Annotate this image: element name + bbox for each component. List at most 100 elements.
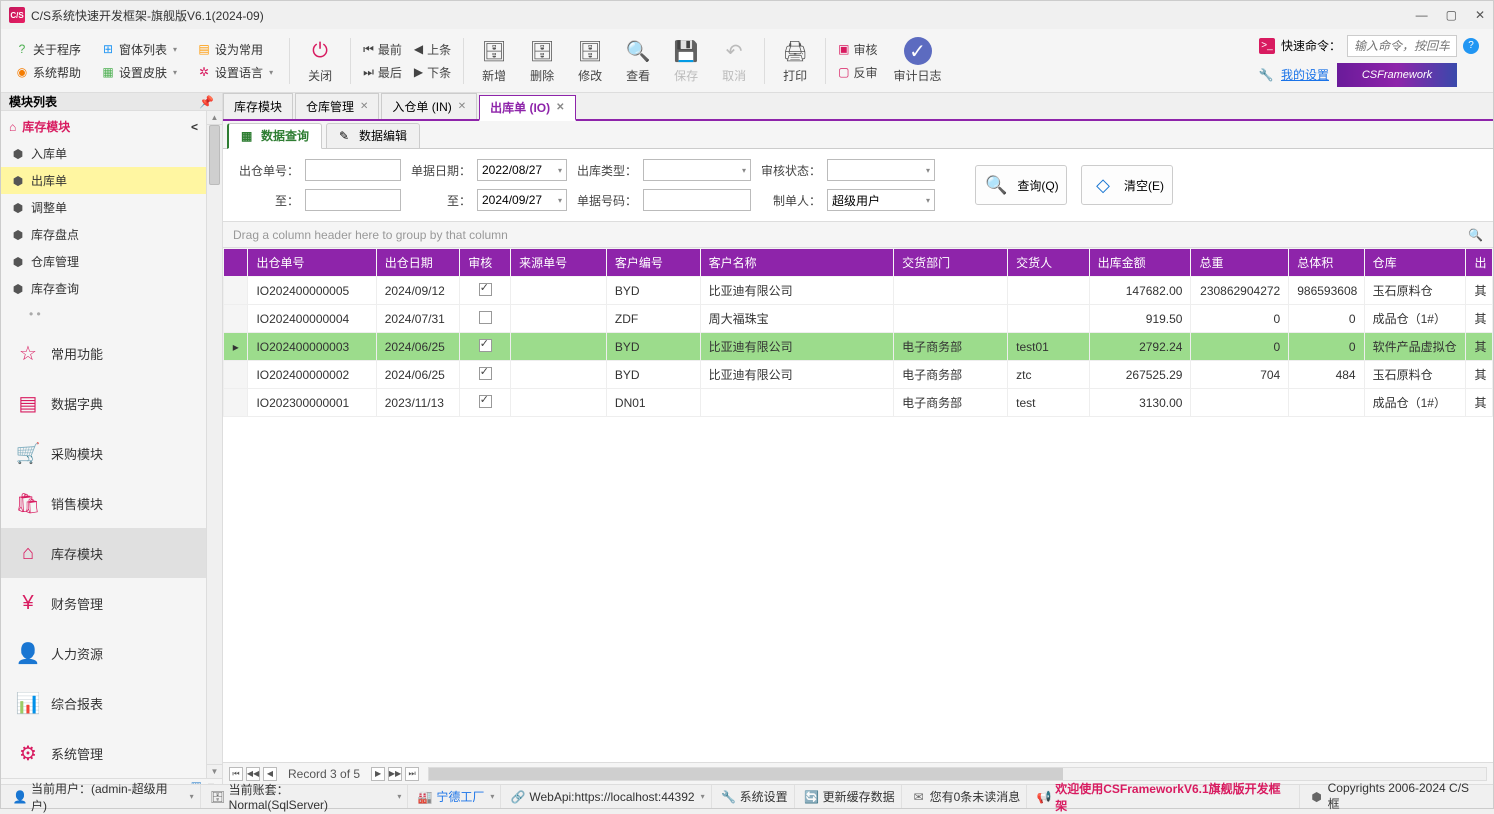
add-button[interactable]: 🗄新增 — [470, 33, 518, 88]
checkbox-icon[interactable] — [479, 367, 492, 380]
sidebar-item[interactable]: ⬢调整单 — [1, 194, 206, 221]
sidebar-item[interactable]: ⬢库存盘点 — [1, 221, 206, 248]
sidebar-scrollbar[interactable]: ▲ ▼ — [206, 111, 222, 778]
data-grid[interactable]: 出仓单号 出仓日期 审核 来源单号 客户编号 客户名称 交货部门 交货人 出库金… — [223, 248, 1493, 417]
table-row[interactable]: IO202400000002 2024/06/25 BYD 比亚迪有限公司 电子… — [224, 361, 1493, 389]
checkbox-icon[interactable] — [479, 395, 492, 408]
col-src-no[interactable]: 来源单号 — [511, 249, 607, 277]
edit-button[interactable]: 🗄修改 — [566, 33, 614, 88]
nav-prev-page-icon[interactable]: ◀◀ — [246, 767, 260, 781]
col-cust-name[interactable]: 客户名称 — [700, 249, 894, 277]
status-sys-settings[interactable]: 🔧系统设置 — [716, 785, 795, 808]
sidebar-item[interactable]: ⬢库存查询 — [1, 275, 206, 302]
sidebar-root-category[interactable]: ⌂ 库存模块 < — [1, 113, 206, 140]
sys-help-link[interactable]: ◉系统帮助 — [9, 62, 87, 83]
status-webapi[interactable]: 🔗WebApi:https://localhost:44392▾ — [505, 785, 711, 808]
group-by-panel[interactable]: Drag a column header here to group by th… — [223, 222, 1493, 248]
view-button[interactable]: 🔍查看 — [614, 33, 662, 88]
sidebar-item[interactable]: ⬢出库单 — [1, 167, 206, 194]
scroll-down-icon[interactable]: ▼ — [207, 764, 222, 778]
out-no-to-input[interactable] — [305, 189, 401, 211]
search-button[interactable]: 🔍查询(Q) — [975, 165, 1067, 205]
clear-button[interactable]: ◇清空(E) — [1081, 165, 1173, 205]
sidebar-item-more[interactable]: • • — [1, 302, 206, 326]
big-module-item[interactable]: 🛒采购模块 — [1, 428, 206, 478]
status-refresh[interactable]: 🔄更新缓存数据 — [799, 785, 902, 808]
pin-icon[interactable]: 📌 — [199, 95, 214, 109]
nav-first-icon[interactable]: ⏮ — [229, 767, 243, 781]
status-factory[interactable]: 🏭宁德工厂▾ — [412, 785, 501, 808]
nav-prev-button[interactable]: ◀上条 — [408, 39, 457, 60]
table-row[interactable]: IO202400000004 2024/07/31 ZDF 周大福珠宝 919.… — [224, 305, 1493, 333]
sidebar-item[interactable]: ⬢仓库管理 — [1, 248, 206, 275]
big-module-item[interactable]: 📊综合报表 — [1, 678, 206, 728]
big-module-item[interactable]: ⌂库存模块 — [1, 528, 206, 578]
quick-cmd-input[interactable] — [1347, 35, 1457, 57]
close-button[interactable]: ✕ — [1475, 8, 1485, 22]
col-deliverer[interactable]: 交货人 — [1008, 249, 1089, 277]
creator-combo[interactable]: 超级用户▾ — [827, 189, 935, 211]
scrollbar-thumb[interactable] — [429, 768, 1063, 780]
table-row[interactable]: IO202300000001 2023/11/13 DN01 电子商务部 tes… — [224, 389, 1493, 417]
maximize-button[interactable]: ▢ — [1446, 8, 1457, 22]
document-tab[interactable]: 库存模块 — [223, 93, 293, 119]
status-unread[interactable]: ✉您有0条未读消息 — [906, 785, 1028, 808]
my-settings-link[interactable]: 我的设置 — [1281, 66, 1329, 83]
delete-button[interactable]: 🗄删除 — [518, 33, 566, 88]
audit-log-button[interactable]: ✓审计日志 — [884, 33, 952, 88]
nav-first-button[interactable]: ⏮最前 — [357, 39, 408, 60]
lang-link[interactable]: ✲设置语言▾ — [191, 62, 279, 83]
col-warehouse[interactable]: 仓库 — [1364, 249, 1466, 277]
nav-next-icon[interactable]: ▶ — [371, 767, 385, 781]
doc-no-input[interactable] — [643, 189, 751, 211]
document-tab[interactable]: 出库单 (IO)✕ — [479, 95, 575, 121]
tab-data-query[interactable]: ▦数据查询 — [227, 123, 322, 149]
unaudit-button[interactable]: ▢反审 — [832, 62, 883, 83]
document-tab[interactable]: 入仓单 (IN)✕ — [381, 93, 477, 119]
big-module-item[interactable]: ☆常用功能 — [1, 328, 206, 378]
save-button[interactable]: 💾保存 — [662, 33, 710, 88]
type-combo[interactable]: ▾ — [643, 159, 751, 181]
help-circle-icon[interactable]: ? — [1463, 38, 1479, 54]
nav-next-page-icon[interactable]: ▶▶ — [388, 767, 402, 781]
big-module-item[interactable]: 👤人力资源 — [1, 628, 206, 678]
status-user[interactable]: 👤当前用户：(admin-超级用户)▾ — [7, 785, 201, 808]
about-link[interactable]: ?关于程序 — [9, 39, 87, 60]
col-volume[interactable]: 总体积 — [1289, 249, 1364, 277]
nav-last-button[interactable]: ⏭最后 — [357, 62, 408, 83]
scroll-up-icon[interactable]: ▲ — [207, 111, 222, 125]
audit-combo[interactable]: ▾ — [827, 159, 935, 181]
col-cust-code[interactable]: 客户编号 — [606, 249, 700, 277]
col-audit[interactable]: 审核 — [460, 249, 511, 277]
date-from-input[interactable]: 2022/08/27▾ — [477, 159, 567, 181]
nav-prev-icon[interactable]: ◀ — [263, 767, 277, 781]
date-to-input[interactable]: 2024/09/27▾ — [477, 189, 567, 211]
search-icon[interactable]: 🔍 — [1468, 228, 1483, 242]
set-default-link[interactable]: ▤设为常用 — [191, 39, 279, 60]
col-out-date[interactable]: 出仓日期 — [376, 249, 460, 277]
checkbox-icon[interactable] — [479, 339, 492, 352]
window-list-link[interactable]: ⊞窗体列表▾ — [95, 39, 183, 60]
tab-data-edit[interactable]: ✎数据编辑 — [326, 123, 420, 149]
nav-last-icon[interactable]: ⏭ — [405, 767, 419, 781]
col-weight[interactable]: 总重 — [1191, 249, 1289, 277]
sidebar-item[interactable]: ⬢入库单 — [1, 140, 206, 167]
col-dept[interactable]: 交货部门 — [894, 249, 1008, 277]
close-icon[interactable]: ✕ — [556, 102, 564, 113]
audit-button[interactable]: ▣审核 — [832, 39, 883, 60]
big-module-item[interactable]: ▤数据字典 — [1, 378, 206, 428]
big-module-item[interactable]: 🛍销售模块 — [1, 478, 206, 528]
checkbox-icon[interactable] — [479, 311, 492, 324]
table-row[interactable]: IO202400000005 2024/09/12 BYD 比亚迪有限公司 14… — [224, 277, 1493, 305]
close-tab-button[interactable]: ⏻关闭 — [296, 33, 344, 88]
nav-next-button[interactable]: ▶下条 — [408, 62, 457, 83]
big-module-item[interactable]: ⚙系统管理 — [1, 728, 206, 778]
scrollbar-thumb[interactable] — [209, 125, 220, 185]
document-tab[interactable]: 仓库管理✕ — [295, 93, 379, 119]
status-account[interactable]: 🗄当前账套： Normal(SqlServer)▾ — [205, 785, 409, 808]
table-row[interactable]: ▸ IO202400000003 2024/06/25 BYD 比亚迪有限公司 … — [224, 333, 1493, 361]
col-last[interactable]: 出 — [1466, 249, 1493, 277]
minimize-button[interactable]: — — [1416, 8, 1428, 22]
out-no-from-input[interactable] — [305, 159, 401, 181]
close-icon[interactable]: ✕ — [360, 101, 368, 112]
